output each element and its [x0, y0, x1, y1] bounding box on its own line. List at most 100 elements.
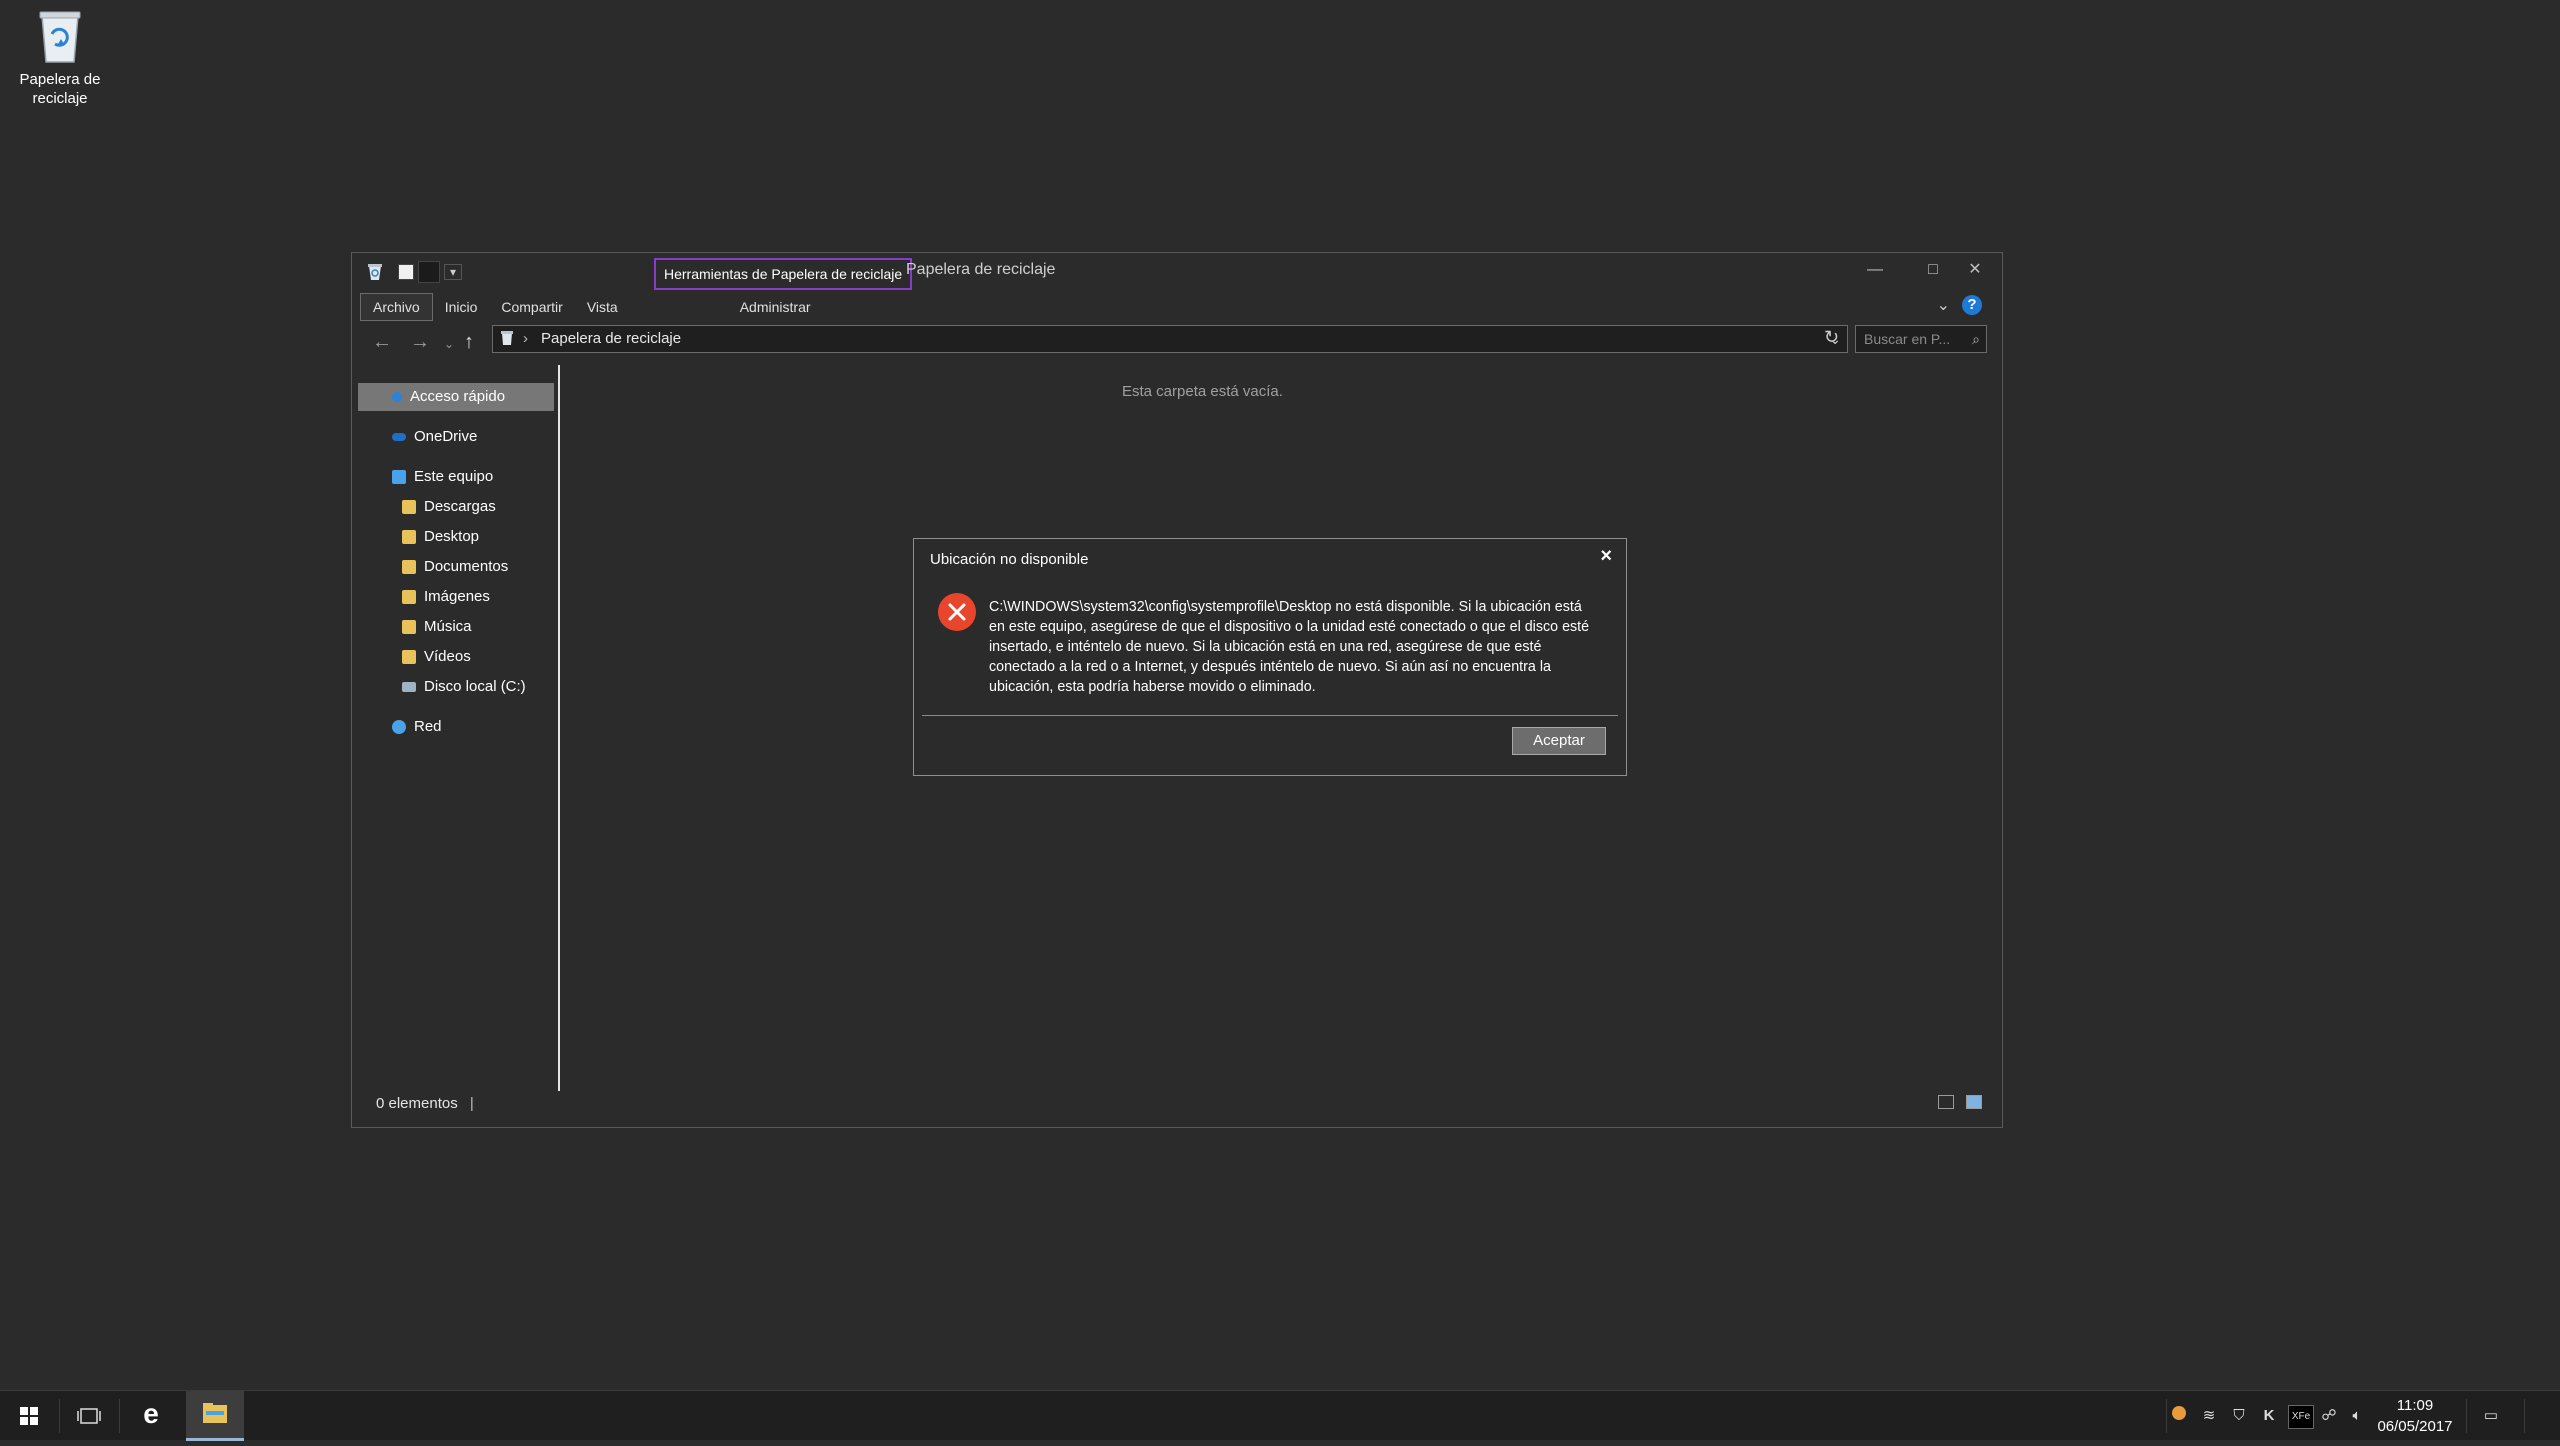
qat-customize-chevron-icon[interactable]: ▾ [444, 264, 462, 280]
qat-new-folder-button[interactable] [418, 261, 440, 283]
title-bar: ▾ Herramientas de Papelera de reciclaje … [352, 253, 2002, 293]
star-icon [392, 392, 402, 402]
refresh-icon[interactable]: ↻ [1824, 327, 1839, 348]
nav-label-videos: Vídeos [424, 648, 471, 665]
ribbon-tabs: Archivo Inicio Compartir Vista Administr… [360, 293, 823, 321]
desktop-recycle-bin[interactable]: Papelera de reciclaje [10, 8, 110, 108]
dialog-title: Ubicación no disponible [930, 551, 1089, 568]
qat-properties-button[interactable] [398, 264, 414, 280]
start-button[interactable] [0, 1391, 58, 1441]
nav-item-downloads[interactable]: Descargas [358, 493, 554, 521]
recycle-bin-small-icon [368, 264, 382, 280]
show-desktop-button[interactable] [2526, 1391, 2560, 1441]
tab-administrar[interactable]: Administrar [728, 294, 823, 320]
ribbon-right-controls: ⌄ ? [1937, 295, 1982, 315]
nav-label-network: Red [414, 718, 442, 735]
network-icon [392, 720, 406, 734]
close-button[interactable]: ✕ [1946, 255, 2004, 285]
expand-ribbon-chevron-icon[interactable]: ⌄ [1937, 295, 1950, 315]
minimize-button[interactable]: — [1846, 255, 1904, 285]
tray-separator [2466, 1399, 2467, 1433]
network-tray-icon[interactable]: ☍ [2318, 1405, 2340, 1427]
quick-access-toolbar: ▾ [366, 261, 462, 283]
recycle-bin-address-icon [501, 331, 513, 345]
start-icon [20, 1407, 38, 1425]
navigation-pane: Acceso rápido OneDrive Este equipo Desca… [358, 383, 558, 1089]
search-input[interactable]: Buscar en P... ⌕ [1855, 325, 1987, 353]
tab-vista[interactable]: Vista [575, 294, 630, 320]
xfe-tray-icon[interactable]: XFe [2288, 1405, 2314, 1429]
file-explorer-icon [203, 1403, 227, 1423]
back-arrow-icon[interactable]: ← [372, 331, 392, 354]
task-view-button[interactable] [60, 1391, 118, 1441]
help-icon[interactable]: ? [1962, 295, 1982, 315]
nav-item-this-pc[interactable]: Este equipo [358, 463, 554, 491]
status-bar: 0 elementos | [376, 1095, 474, 1112]
taskbar: e ≋ ⛉ K XFe ☍ 🔈︎ 11:09 06/05/2017 ▭ [0, 1390, 2560, 1441]
edge-icon: e [143, 1398, 159, 1429]
nav-label-desktop: Desktop [424, 528, 480, 545]
ok-button[interactable]: Aceptar [1512, 727, 1606, 755]
dialog-divider [922, 715, 1618, 716]
shield-icon[interactable]: ⛉ [2228, 1405, 2250, 1427]
file-explorer-button[interactable] [186, 1391, 244, 1441]
cloud-icon [392, 433, 406, 441]
dialog-message: C:\WINDOWS\system32\config\systemprofile… [989, 599, 1590, 695]
folder-icon [402, 620, 416, 634]
nav-label-this-pc: Este equipo [414, 468, 494, 485]
address-bar[interactable]: › Papelera de reciclaje ⌄ [492, 325, 1848, 353]
tab-archivo[interactable]: Archivo [360, 293, 433, 321]
breadcrumb-chevron-icon[interactable]: › [523, 326, 528, 352]
clock-date: 06/05/2017 [2377, 1418, 2453, 1435]
nav-item-images[interactable]: Imágenes [358, 583, 554, 611]
nav-item-desktop[interactable]: Desktop [358, 523, 554, 551]
nav-pane-divider[interactable] [558, 365, 560, 1091]
recent-locations-chevron-icon[interactable]: ⌄ [444, 337, 454, 351]
up-arrow-icon[interactable]: ↑ [464, 331, 474, 354]
nav-item-onedrive[interactable]: OneDrive [358, 423, 554, 451]
nav-label-documents: Documentos [424, 558, 509, 575]
forward-arrow-icon[interactable]: → [410, 331, 430, 354]
edge-button[interactable]: e [122, 1391, 180, 1441]
large-icons-view-icon[interactable] [1966, 1095, 1982, 1109]
folder-icon [402, 530, 416, 544]
nav-label-local-disk: Disco local (C:) [424, 678, 526, 695]
status-separator: | [469, 1095, 474, 1112]
nav-label-images: Imágenes [424, 588, 490, 605]
dialog-close-icon[interactable]: × [1600, 545, 1612, 568]
folder-icon [402, 560, 416, 574]
nav-label-quick-access: Acceso rápido [410, 388, 506, 405]
nav-item-network[interactable]: Red [358, 713, 554, 741]
task-view-icon [77, 1408, 101, 1424]
desktop-icon-label-line2: reciclaje [32, 90, 88, 107]
nav-label-downloads: Descargas [424, 498, 496, 515]
volume-icon[interactable]: 🔈︎ [2346, 1405, 2368, 1427]
notifications-icon[interactable]: ▭ [2480, 1405, 2502, 1427]
tab-inicio[interactable]: Inicio [433, 294, 490, 320]
window-title: Papelera de reciclaje [906, 261, 1056, 278]
location-unavailable-dialog: Ubicación no disponible × C:\WINDOWS\sys… [913, 538, 1627, 776]
contextual-tab-recycle-bin-tools[interactable]: Herramientas de Papelera de reciclaje [654, 258, 913, 290]
computer-icon [392, 470, 406, 484]
clock[interactable]: 11:09 06/05/2017 [2372, 1395, 2458, 1437]
search-placeholder: Buscar en P... [1864, 331, 1951, 347]
browser-tray-icon[interactable] [2168, 1405, 2190, 1427]
nav-label-onedrive: OneDrive [414, 428, 478, 445]
nav-item-videos[interactable]: Vídeos [358, 643, 554, 671]
folder-icon [402, 500, 416, 514]
nav-item-quick-access[interactable]: Acceso rápido [358, 383, 554, 411]
nav-item-documents[interactable]: Documentos [358, 553, 554, 581]
address-text: Papelera de reciclaje [541, 330, 682, 347]
tab-compartir[interactable]: Compartir [489, 294, 574, 320]
k-app-icon[interactable]: K [2258, 1405, 2280, 1427]
error-icon [938, 593, 976, 631]
nav-item-local-disk[interactable]: Disco local (C:) [358, 673, 554, 701]
details-view-icon[interactable] [1938, 1095, 1954, 1109]
search-icon: ⌕ [1972, 331, 1980, 347]
wifi-icon[interactable]: ≋ [2198, 1405, 2220, 1427]
recycle-bin-icon [34, 8, 86, 64]
drive-icon [402, 682, 416, 692]
nav-label-music: Música [424, 618, 472, 635]
show-desktop-separator [2524, 1399, 2525, 1433]
nav-item-music[interactable]: Música [358, 613, 554, 641]
